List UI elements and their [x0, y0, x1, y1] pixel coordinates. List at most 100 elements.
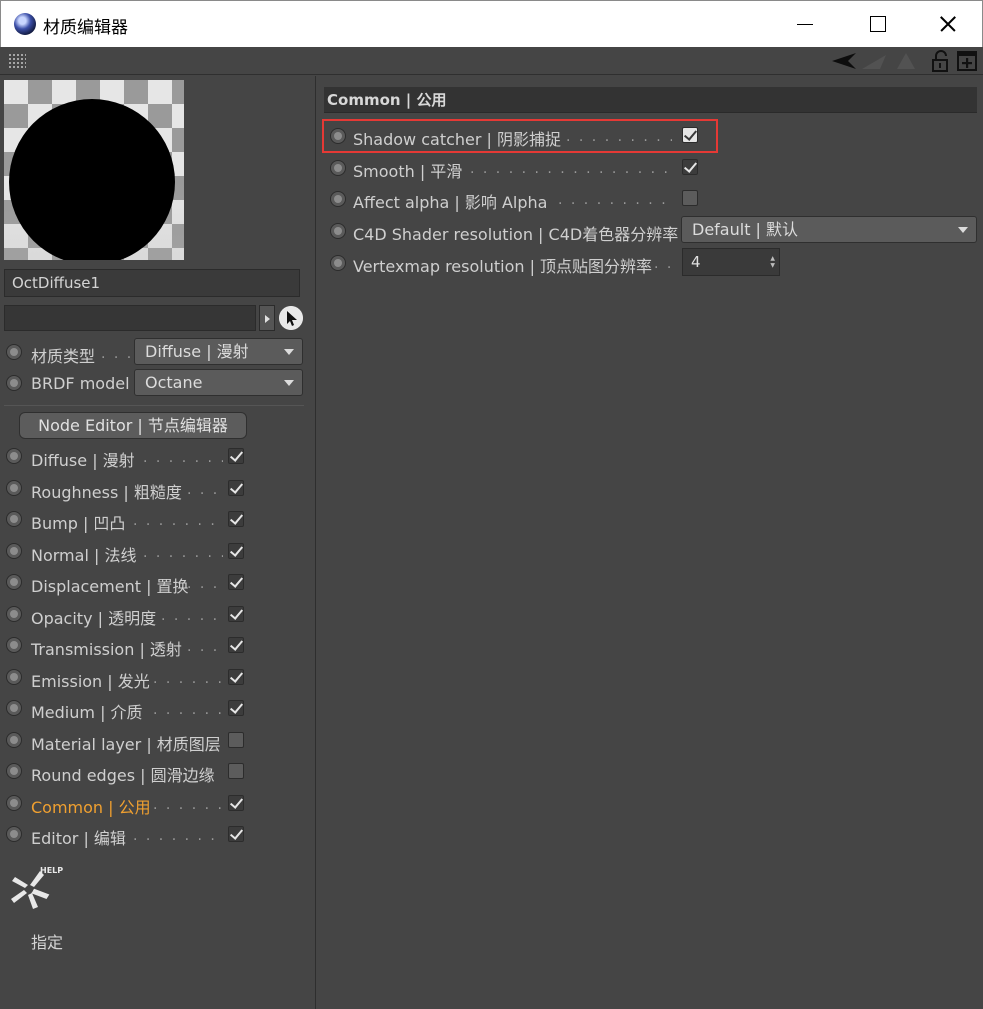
channel-checkbox[interactable] [228, 826, 244, 842]
leader-dots: . . . [654, 256, 676, 272]
material-preview[interactable] [4, 80, 184, 260]
smooth-radio[interactable] [330, 160, 346, 176]
channel-label[interactable]: Emission | 发光 [31, 668, 150, 692]
leader-dots: . . . . . . [187, 576, 223, 592]
channel-label-active[interactable]: Common | 公用 [31, 794, 151, 818]
channel-radio[interactable] [6, 826, 22, 842]
channel-checkbox[interactable] [228, 732, 244, 748]
material-name-field[interactable]: OctDiffuse1 [4, 269, 300, 297]
c4d-shader-resolution-radio[interactable] [330, 223, 346, 239]
c4d-shader-resolution-select[interactable]: Default | 默认 [681, 216, 977, 243]
channel-radio[interactable] [6, 669, 22, 685]
channel-radio[interactable] [6, 732, 22, 748]
channel-label[interactable]: Normal | 法线 [31, 542, 136, 566]
channel-radio[interactable] [6, 606, 22, 622]
channel-label[interactable]: Medium | 介质 [31, 699, 143, 723]
material-type-select[interactable]: Diffuse | 漫射 [134, 338, 303, 365]
channel-radio[interactable] [6, 511, 22, 527]
channel-radio[interactable] [6, 763, 22, 779]
title-bar: 材质编辑器 [0, 0, 983, 47]
divider [4, 405, 304, 406]
link-field[interactable] [4, 305, 256, 331]
channel-label[interactable]: Displacement | 置换 [31, 573, 189, 597]
back-arrow-icon[interactable] [830, 51, 858, 71]
param-label-brdf: BRDF model [31, 374, 130, 393]
preview-sphere [9, 99, 175, 260]
lock-icon[interactable] [930, 50, 952, 72]
channel-checkbox[interactable] [228, 763, 244, 779]
param-radio[interactable] [6, 375, 22, 391]
channel-radio[interactable] [6, 700, 22, 716]
shadow-catcher-radio[interactable] [330, 128, 346, 144]
channel-label[interactable]: Diffuse | 漫射 [31, 447, 135, 471]
leader-dots: . . . . . . . . . . . . . . . . [566, 129, 672, 145]
link-arrow-button[interactable] [259, 305, 275, 331]
up-arrow-icon[interactable] [893, 51, 919, 71]
leader-dots: . . . . . . . . . . . . . [133, 828, 223, 844]
affect-alpha-checkbox[interactable] [682, 190, 698, 206]
param-radio[interactable] [6, 344, 22, 360]
channel-radio[interactable] [6, 543, 22, 559]
channel-checkbox[interactable] [228, 543, 244, 559]
maximize-button[interactable] [854, 9, 900, 39]
channel-label[interactable]: Round edges | 圆滑边缘 [31, 762, 215, 786]
channel-label[interactable]: Roughness | 粗糙度 [31, 479, 182, 503]
leader-dots: . . . . . . [187, 639, 223, 655]
picker-arrow-icon[interactable] [279, 306, 303, 330]
section-header-common: Common | 公用 [324, 87, 977, 113]
channel-radio[interactable] [6, 795, 22, 811]
toolbar [0, 47, 983, 75]
channel-checkbox[interactable] [228, 637, 244, 653]
channel-checkbox[interactable] [228, 480, 244, 496]
cinema4d-logo-icon [14, 13, 36, 35]
affect-alpha-radio[interactable] [330, 191, 346, 207]
svg-text:HELP: HELP [40, 866, 63, 875]
channel-label[interactable]: Opacity | 透明度 [31, 605, 156, 629]
leader-dots: . . . . . . . . . . . . . . . . . . . . … [470, 161, 672, 177]
channel-checkbox[interactable] [228, 448, 244, 464]
node-editor-button[interactable]: Node Editor | 节点编辑器 [19, 412, 247, 439]
brdf-model-select[interactable]: Octane [134, 369, 303, 396]
leader-dots: . . . . . [101, 346, 131, 362]
channel-radio[interactable] [6, 637, 22, 653]
leader-dots: . . . . . . . . . . [153, 702, 223, 718]
octane-help-icon[interactable]: HELP [8, 862, 70, 912]
leader-dots: . . . . . . . . . . [153, 797, 223, 813]
new-window-icon[interactable] [956, 50, 978, 72]
close-button[interactable] [924, 9, 970, 39]
leader-dots: . . . . . . . . . . . . [143, 545, 223, 561]
channel-label[interactable]: Transmission | 透射 [31, 636, 182, 660]
channel-radio[interactable] [6, 574, 22, 590]
channel-checkbox[interactable] [228, 606, 244, 622]
leader-dots: . . . . . . . . . . [153, 671, 223, 687]
leader-dots: . . . . . . . . . . . . . . . . . [558, 192, 672, 208]
channel-radio[interactable] [6, 448, 22, 464]
leader-dots: . . . . . . [187, 482, 223, 498]
channel-label[interactable]: Material layer | 材质图层 [31, 731, 221, 755]
channel-radio[interactable] [6, 480, 22, 496]
grip-handle-icon[interactable] [8, 53, 26, 69]
channel-checkbox[interactable] [228, 511, 244, 527]
minimize-button[interactable] [781, 9, 827, 39]
channel-checkbox[interactable] [228, 795, 244, 811]
leader-dots: . . . . . . . . . [161, 608, 223, 624]
shadow-catcher-label: Shadow catcher | 阴影捕捉 [353, 130, 562, 149]
channel-label[interactable]: Editor | 编辑 [31, 825, 126, 849]
param-label-material-type: 材质类型 [31, 347, 96, 366]
material-panel: OctDiffuse1 材质类型 . . . . . Diffuse | 漫射 … [0, 76, 316, 1009]
vertexmap-resolution-stepper[interactable]: 4 [682, 248, 780, 276]
leader-dots: . . . . . . . . . . . . . [133, 513, 223, 529]
forward-arrow-icon[interactable] [860, 51, 890, 71]
vertexmap-resolution-radio[interactable] [330, 255, 346, 271]
channel-checkbox[interactable] [228, 574, 244, 590]
channel-checkbox[interactable] [228, 669, 244, 685]
smooth-label: Smooth | 平滑 [353, 162, 463, 181]
channel-checkbox[interactable] [228, 700, 244, 716]
shadow-catcher-checkbox[interactable] [682, 127, 698, 143]
vertexmap-resolution-label: Vertexmap resolution | 顶点贴图分辨率 [353, 257, 653, 276]
common-settings-panel: Common | 公用 Shadow catcher | 阴影捕捉 . . . … [318, 76, 983, 1009]
leader-dots: . . . . . . . . . . . . [143, 450, 223, 466]
channel-label[interactable]: Bump | 凹凸 [31, 510, 125, 534]
smooth-checkbox[interactable] [682, 159, 698, 175]
assign-label: 指定 [31, 933, 64, 952]
